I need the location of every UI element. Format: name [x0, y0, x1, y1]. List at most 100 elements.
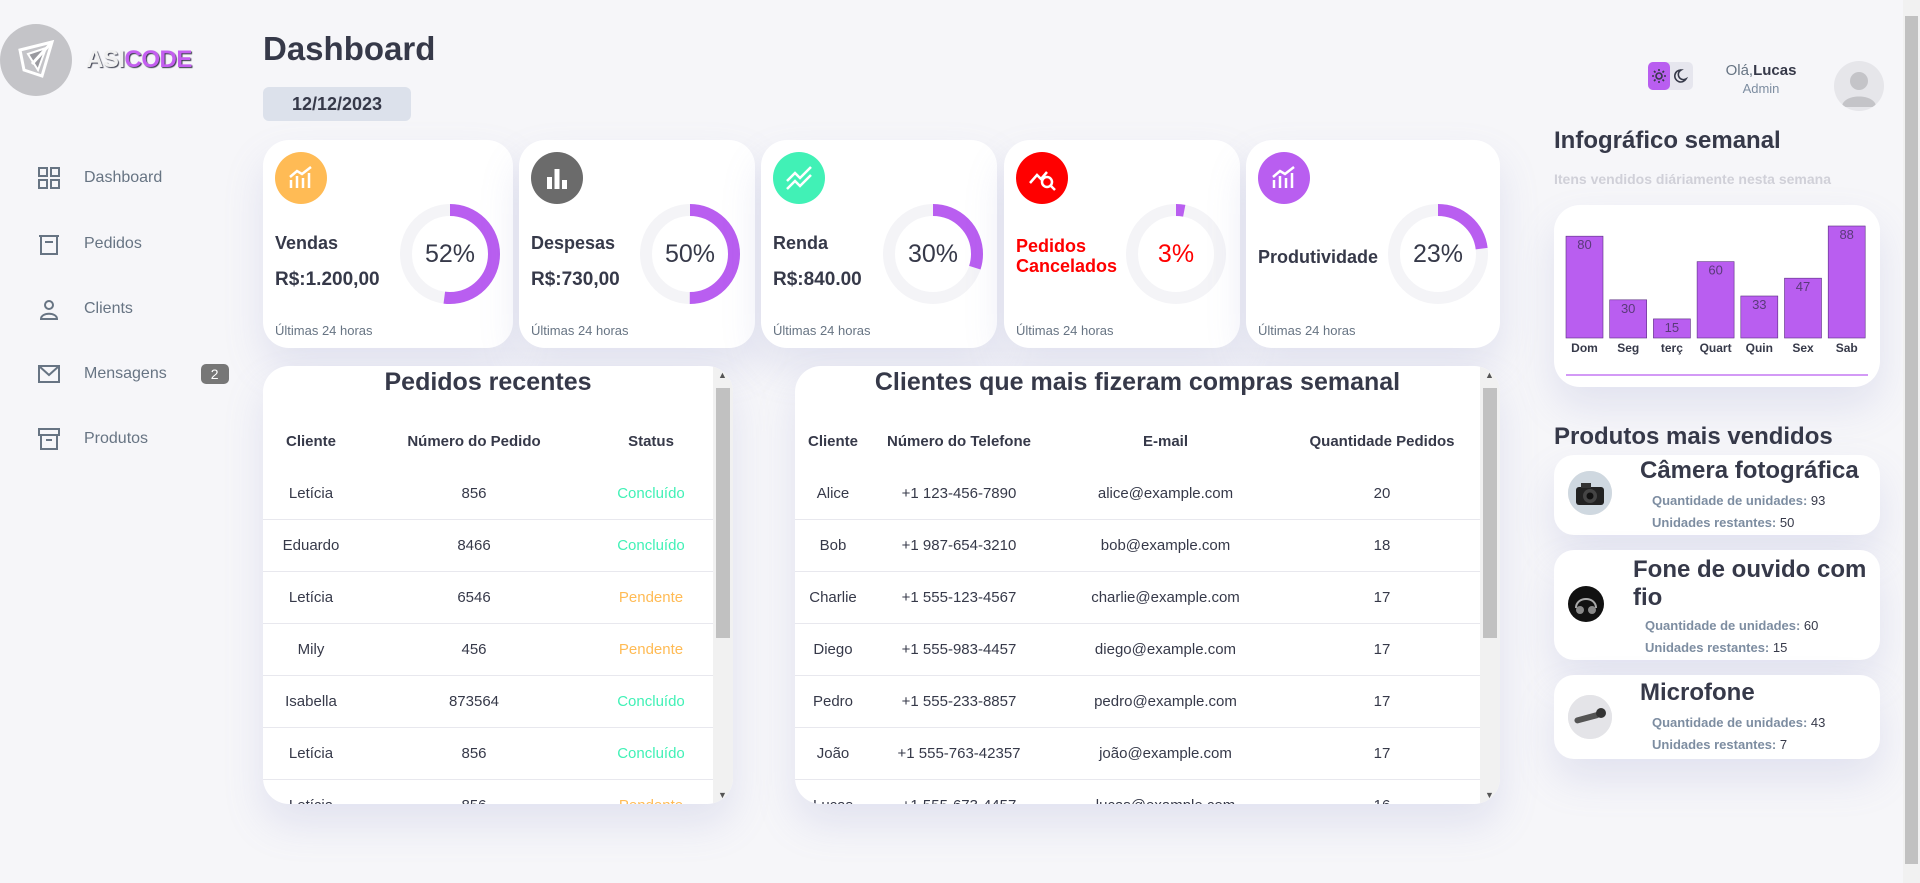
category-label: Sab	[1836, 341, 1858, 355]
top-clients-panel[interactable]: Clientes que mais fizeram compras semana…	[795, 366, 1500, 804]
table-row[interactable]: Lucas+1 555-673-4457lucas@example.com16	[795, 779, 1480, 804]
category-label: Sex	[1792, 341, 1814, 355]
table-cell: 17	[1284, 571, 1480, 624]
product-quantity: Quantidade de unidades: 93	[1652, 493, 1825, 508]
search-chart-icon	[1016, 152, 1068, 204]
card-produtividade: Produtividade Últimas 24 horas 23%	[1246, 140, 1500, 348]
avatar[interactable]	[1834, 61, 1884, 111]
table-row[interactable]: Letícia856Pendente	[263, 779, 713, 804]
table-cell: joão@example.com	[1047, 727, 1284, 780]
quantity-value: 60	[1803, 618, 1819, 633]
orders-scrollbar[interactable]: ▲ ▼	[713, 366, 733, 804]
theme-toggle[interactable]	[1648, 62, 1693, 90]
table-cell: +1 555-983-4457	[871, 623, 1047, 676]
card-percent: 30%	[907, 239, 959, 268]
top-products-title: Produtos mais vendidos	[1554, 423, 1833, 450]
card-percent: 23%	[1412, 239, 1464, 268]
table-cell: João	[795, 727, 871, 780]
sidebar-item-mensagens[interactable]: Mensagens 2	[36, 361, 229, 387]
basket-icon	[36, 231, 62, 257]
sidebar-item-produtos[interactable]: Produtos	[36, 426, 148, 452]
quantity-label: Quantidade de unidades:	[1652, 493, 1808, 508]
bar-value-label: 88	[1839, 227, 1853, 242]
user-info: Olá,Lucas Admin	[1700, 62, 1822, 96]
column-header[interactable]: Cliente	[795, 414, 871, 468]
column-header[interactable]: Quantidade Pedidos	[1284, 414, 1480, 468]
status-cell: Pendente	[589, 779, 713, 804]
recent-orders-panel[interactable]: Pedidos recentes Cliente Número do Pedid…	[263, 366, 733, 804]
sidebar-item-pedidos[interactable]: Pedidos	[36, 231, 142, 257]
page-scrollbar[interactable]	[1903, 0, 1920, 883]
person-icon	[36, 296, 62, 322]
table-row[interactable]: Charlie +1 555-123-4567 charlie@example.co…	[795, 571, 1480, 624]
status-cell: Pendente	[589, 623, 713, 676]
table-row[interactable]: Letícia 856 Concluído	[263, 727, 713, 780]
card-label-line1: Pedidos	[1016, 236, 1087, 256]
table-cell: 17	[1284, 623, 1480, 676]
product-card[interactable]: Microfone Quantidade de unidades: 43 Uni…	[1554, 675, 1880, 759]
sun-icon[interactable]	[1648, 62, 1670, 90]
card-percent: 50%	[664, 239, 716, 268]
table-cell: 20	[1284, 468, 1480, 520]
microphone-image	[1568, 695, 1612, 739]
product-name: Fone de ouvido com fio	[1633, 556, 1867, 611]
table-cell: diego@example.com	[1047, 623, 1284, 676]
column-header[interactable]: Número do Pedido	[359, 414, 589, 468]
card-label: Vendas	[275, 233, 339, 253]
table-row[interactable]: Alice +1 123-456-7890 alice@example.com 20	[795, 468, 1480, 520]
remaining-label: Unidades restantes:	[1645, 640, 1770, 655]
date-input[interactable]: 12/12/2023	[263, 87, 411, 121]
scroll-down-arrow[interactable]: ▼	[718, 790, 727, 800]
table-row[interactable]: Mily 456 Pendente	[263, 623, 713, 676]
scroll-up-arrow[interactable]: ▲	[718, 370, 727, 380]
table-cell: pedro@example.com	[1047, 675, 1284, 728]
category-label: Quart	[1700, 341, 1732, 355]
card-value: R$:730,00	[531, 269, 620, 290]
remaining-label: Unidades restantes:	[1652, 737, 1777, 752]
product-card[interactable]: Câmera fotográfica Quantidade de unidade…	[1554, 455, 1880, 535]
logo[interactable]: ASICODE	[0, 24, 192, 96]
grid-icon	[36, 165, 62, 191]
column-header[interactable]: Cliente	[263, 414, 359, 468]
bar-value-label: 33	[1752, 297, 1766, 312]
table-row[interactable]: Letícia 856 Concluído	[263, 468, 713, 520]
table-row[interactable]: Letícia 6546 Pendente	[263, 571, 713, 624]
card-renda: Renda R$:840.00 Últimas 24 horas 30%	[761, 140, 997, 348]
recent-orders-title: Pedidos recentes	[384, 368, 592, 396]
table-cell: 456	[359, 623, 589, 676]
remaining-label: Unidades restantes:	[1652, 515, 1777, 530]
product-remaining: Unidades restantes: 15	[1645, 640, 1787, 655]
product-card[interactable]: Fone de ouvido com fio Quantidade de uni…	[1554, 550, 1880, 660]
table-cell: 873564	[359, 675, 589, 728]
scroll-down-arrow[interactable]: ▼	[1485, 790, 1494, 800]
table-row[interactable]: João +1 555-763-42357 joão@example.com 17	[795, 727, 1480, 780]
table-row[interactable]: Bob +1 987-654-3210 bob@example.com 18	[795, 519, 1480, 572]
scroll-up-arrow[interactable]: ▲	[1485, 370, 1494, 380]
scroll-thumb[interactable]	[716, 388, 730, 638]
table-row[interactable]: Isabella 873564 Concluído	[263, 675, 713, 728]
archive-icon	[36, 426, 62, 452]
quantity-value: 93	[1810, 493, 1826, 508]
clients-scrollbar[interactable]: ▲ ▼	[1480, 366, 1500, 804]
page-scroll-thumb[interactable]	[1905, 16, 1918, 864]
table-cell: Eduardo	[263, 519, 359, 572]
table-row[interactable]: Pedro +1 555-233-8857 pedro@example.com 17	[795, 675, 1480, 728]
table-cell: Diego	[795, 623, 871, 676]
table-cell: charlie@example.com	[1047, 571, 1284, 624]
table-row[interactable]: Eduardo 8466 Concluído	[263, 519, 713, 572]
chart-bar	[1827, 225, 1866, 339]
product-remaining: Unidades restantes: 7	[1652, 737, 1787, 752]
table-cell: 18	[1284, 519, 1480, 572]
column-header[interactable]: E-mail	[1047, 414, 1284, 468]
sidebar-item-clients[interactable]: Clients	[36, 296, 133, 322]
sidebar-item-dashboard[interactable]: Dashboard	[36, 165, 162, 191]
table-cell: 856	[359, 779, 589, 804]
table-row[interactable]: Diego +1 555-983-4457 diego@example.com 17	[795, 623, 1480, 676]
moon-icon[interactable]	[1670, 62, 1693, 90]
column-header[interactable]: Número do Telefone	[871, 414, 1047, 468]
status-cell: Concluído	[589, 727, 713, 780]
scroll-thumb[interactable]	[1483, 388, 1497, 638]
card-label: Produtividade	[1258, 247, 1379, 267]
quantity-label: Quantidade de unidades:	[1652, 715, 1808, 730]
column-header[interactable]: Status	[589, 414, 713, 468]
